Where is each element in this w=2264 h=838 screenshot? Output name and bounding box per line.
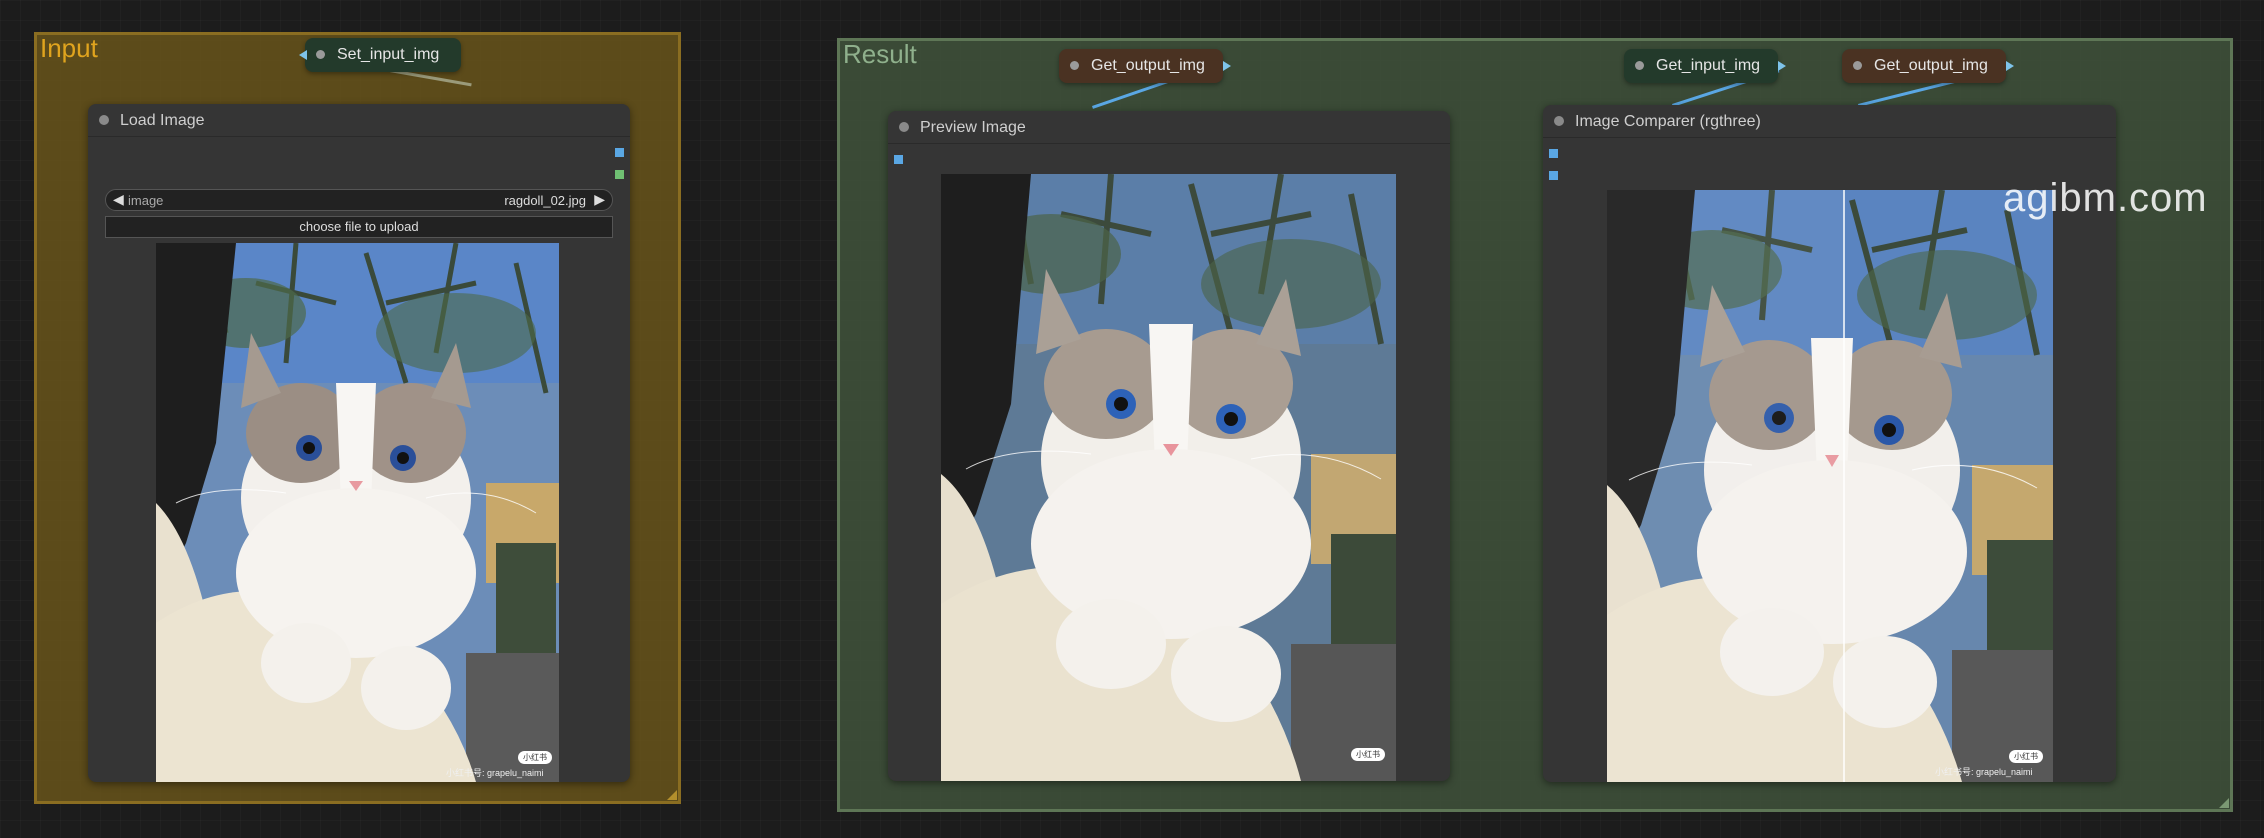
- comparer-image[interactable]: 小红书 小红书号: grapelu_naimi: [1607, 190, 2053, 782]
- combo-label: image: [128, 193, 164, 208]
- node-title: Get_output_img: [1091, 57, 1205, 74]
- collapse-dot-icon[interactable]: [1853, 61, 1862, 70]
- node-header[interactable]: Preview Image: [888, 111, 1450, 144]
- node-title: Preview Image: [920, 119, 1026, 136]
- collapse-dot-icon[interactable]: [1635, 61, 1644, 70]
- group-resize-handle[interactable]: [2219, 798, 2229, 808]
- photo-watermark-badge: 小红书: [518, 751, 552, 764]
- comparer-split-handle[interactable]: [1843, 190, 1845, 782]
- collapse-dot-icon[interactable]: [1554, 116, 1564, 126]
- collapse-dot-icon[interactable]: [899, 122, 909, 132]
- preview-image-node[interactable]: Preview Image 小红书: [888, 111, 1450, 781]
- group-resize-handle[interactable]: [667, 790, 677, 800]
- node-header[interactable]: Load Image: [88, 104, 630, 137]
- get-output-img-node-2[interactable]: Get_output_img: [1842, 49, 2014, 83]
- image-combo-widget[interactable]: ◀ image ragdoll_02.jpg ▶: [105, 189, 613, 211]
- get-input-img-node[interactable]: Get_input_img: [1624, 49, 1786, 83]
- collapse-dot-icon[interactable]: [99, 115, 109, 125]
- upload-button[interactable]: choose file to upload: [105, 216, 613, 238]
- photo-watermark-badge: 小红书: [1351, 748, 1385, 761]
- input-image: 小红书 小红书号: grapelu_naimi: [156, 243, 559, 782]
- load-image-node[interactable]: Load Image ◀ image ragdoll_02.jpg ▶ choo…: [88, 104, 630, 782]
- node-title: Image Comparer (rgthree): [1575, 113, 1761, 130]
- input-arrow-icon[interactable]: [299, 50, 307, 60]
- input-slot-images[interactable]: [894, 155, 903, 164]
- combo-prev-arrow-icon[interactable]: ◀: [113, 191, 124, 208]
- get-output-img-node-1[interactable]: Get_output_img: [1059, 49, 1231, 83]
- node-title: Get_output_img: [1874, 57, 1988, 74]
- output-arrow-icon[interactable]: [1778, 61, 1786, 71]
- node-title: Get_input_img: [1656, 57, 1761, 74]
- node-title: Set_input_img: [337, 46, 440, 63]
- node-title: Load Image: [120, 112, 205, 129]
- collapse-dot-icon[interactable]: [1070, 61, 1079, 70]
- node-header[interactable]: Image Comparer (rgthree): [1543, 105, 2116, 138]
- output-arrow-icon[interactable]: [2006, 61, 2014, 71]
- output-slot-image[interactable]: [615, 148, 624, 157]
- collapse-dot-icon[interactable]: [316, 50, 325, 59]
- output-slot-mask[interactable]: [615, 170, 624, 179]
- input-slot-image-b[interactable]: [1549, 171, 1558, 180]
- input-slot-image-a[interactable]: [1549, 149, 1558, 158]
- photo-watermark-text: 小红书号: grapelu_naimi: [1935, 767, 2033, 777]
- preview-output-image: 小红书: [941, 174, 1396, 781]
- site-watermark: agibm.com: [2003, 176, 2208, 220]
- output-arrow-icon[interactable]: [1223, 61, 1231, 71]
- set-input-img-node[interactable]: Set_input_img: [299, 38, 461, 72]
- combo-value: ragdoll_02.jpg: [504, 193, 586, 208]
- photo-watermark-text: 小红书号: grapelu_naimi: [446, 768, 544, 778]
- group-title-input[interactable]: Input: [40, 33, 98, 64]
- group-title-result[interactable]: Result: [843, 39, 917, 70]
- photo-watermark-badge: 小红书: [2009, 750, 2043, 763]
- combo-next-arrow-icon[interactable]: ▶: [594, 191, 605, 208]
